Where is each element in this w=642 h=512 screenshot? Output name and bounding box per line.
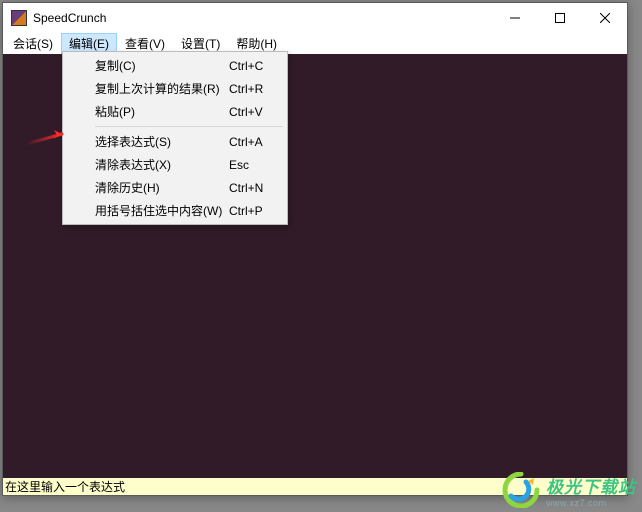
menuitem-label: 复制上次计算的结果(R) — [95, 80, 229, 97]
maximize-button[interactable] — [537, 3, 582, 33]
expression-input[interactable]: 在这里输入一个表达式 — [3, 478, 627, 495]
menuitem-shortcut: Ctrl+P — [229, 204, 273, 218]
menuitem-shortcut: Ctrl+C — [229, 59, 273, 73]
titlebar[interactable]: SpeedCrunch — [3, 3, 627, 33]
menuitem-shortcut: Esc — [229, 158, 273, 172]
menuitem-label: 复制(C) — [95, 57, 229, 74]
menuitem-label: 清除历史(H) — [95, 179, 229, 196]
menu-item-wrap-parens[interactable]: 用括号括住选中内容(W) Ctrl+P — [65, 199, 285, 222]
menu-item-clear-history[interactable]: 清除历史(H) Ctrl+N — [65, 176, 285, 199]
menuitem-shortcut: Ctrl+V — [229, 105, 273, 119]
menuitem-label: 用括号括住选中内容(W) — [95, 202, 229, 219]
menuitem-shortcut: Ctrl+A — [229, 135, 273, 149]
app-icon — [11, 10, 27, 26]
menu-item-clear-expression[interactable]: 清除表达式(X) Esc — [65, 153, 285, 176]
close-button[interactable] — [582, 3, 627, 33]
menu-item-copy[interactable]: 复制(C) Ctrl+C — [65, 54, 285, 77]
minimize-button[interactable] — [492, 3, 537, 33]
menuitem-label: 粘贴(P) — [95, 103, 229, 120]
expression-placeholder: 在这里输入一个表达式 — [5, 478, 125, 495]
watermark-url: www.xz7.com — [546, 498, 636, 508]
menu-session[interactable]: 会话(S) — [5, 33, 61, 54]
menu-separator — [95, 126, 283, 127]
window-title: SpeedCrunch — [33, 11, 106, 25]
menuitem-shortcut: Ctrl+N — [229, 181, 273, 195]
menu-item-copy-last-result[interactable]: 复制上次计算的结果(R) Ctrl+R — [65, 77, 285, 100]
menuitem-label: 选择表达式(S) — [95, 133, 229, 150]
menu-item-paste[interactable]: 粘贴(P) Ctrl+V — [65, 100, 285, 123]
menu-item-select-expression[interactable]: 选择表达式(S) Ctrl+A — [65, 130, 285, 153]
menuitem-shortcut: Ctrl+R — [229, 82, 273, 96]
edit-menu-dropdown: 复制(C) Ctrl+C 复制上次计算的结果(R) Ctrl+R 粘贴(P) C… — [62, 51, 288, 225]
menuitem-label: 清除表达式(X) — [95, 156, 229, 173]
